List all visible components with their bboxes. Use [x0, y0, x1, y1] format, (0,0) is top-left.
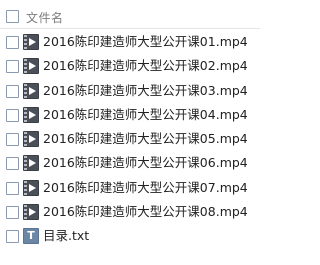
- file-row[interactable]: 2016陈印建造师大型公开课07.mp4: [0, 176, 260, 200]
- file-row[interactable]: T 目录.txt: [0, 224, 260, 248]
- video-file-icon: [23, 82, 39, 99]
- text-file-icon: T: [23, 228, 39, 245]
- file-name[interactable]: 2016陈印建造师大型公开课08.mp4: [43, 202, 248, 222]
- file-row[interactable]: 2016陈印建造师大型公开课04.mp4: [0, 103, 260, 127]
- row-checkbox[interactable]: [6, 108, 19, 122]
- file-list: 2016陈印建造师大型公开课01.mp4 2016陈印建造师大型公开课02.mp…: [0, 30, 260, 249]
- file-name[interactable]: 2016陈印建造师大型公开课05.mp4: [43, 129, 248, 149]
- file-row[interactable]: 2016陈印建造师大型公开课02.mp4: [0, 54, 260, 78]
- file-row[interactable]: 2016陈印建造师大型公开课08.mp4: [0, 200, 260, 224]
- file-name[interactable]: 2016陈印建造师大型公开课06.mp4: [43, 153, 248, 173]
- file-name[interactable]: 目录.txt: [43, 226, 89, 246]
- row-checkbox[interactable]: [6, 133, 19, 147]
- video-file-icon: [23, 131, 39, 148]
- file-row[interactable]: 2016陈印建造师大型公开课05.mp4: [0, 127, 260, 151]
- video-file-icon: [23, 179, 39, 196]
- file-list-panel: 文件名 2016陈印建造师大型公开课01.mp4 2016陈印建造师大型公开课0…: [0, 0, 260, 265]
- row-checkbox[interactable]: [6, 60, 19, 74]
- column-header-filename[interactable]: 文件名: [26, 9, 64, 26]
- select-all-checkbox[interactable]: [6, 10, 19, 23]
- row-checkbox[interactable]: [6, 84, 19, 98]
- file-list-header: 文件名: [0, 4, 260, 29]
- row-checkbox[interactable]: [6, 181, 19, 195]
- video-file-icon: [23, 106, 39, 123]
- file-name[interactable]: 2016陈印建造师大型公开课07.mp4: [43, 178, 248, 198]
- video-file-icon: [23, 34, 39, 50]
- row-checkbox[interactable]: [6, 230, 19, 244]
- video-file-icon: [23, 155, 39, 172]
- video-file-icon: [23, 58, 39, 75]
- row-checkbox[interactable]: [6, 206, 19, 220]
- file-name[interactable]: 2016陈印建造师大型公开课04.mp4: [43, 105, 248, 125]
- file-name[interactable]: 2016陈印建造师大型公开课02.mp4: [43, 56, 248, 76]
- file-name[interactable]: 2016陈印建造师大型公开课01.mp4: [43, 32, 248, 52]
- file-row[interactable]: 2016陈印建造师大型公开课01.mp4: [0, 30, 260, 54]
- file-name[interactable]: 2016陈印建造师大型公开课03.mp4: [43, 81, 248, 101]
- row-checkbox[interactable]: [6, 157, 19, 171]
- file-row[interactable]: 2016陈印建造师大型公开课06.mp4: [0, 151, 260, 175]
- row-checkbox[interactable]: [6, 36, 19, 49]
- file-row[interactable]: 2016陈印建造师大型公开课03.mp4: [0, 79, 260, 103]
- video-file-icon: [23, 204, 39, 221]
